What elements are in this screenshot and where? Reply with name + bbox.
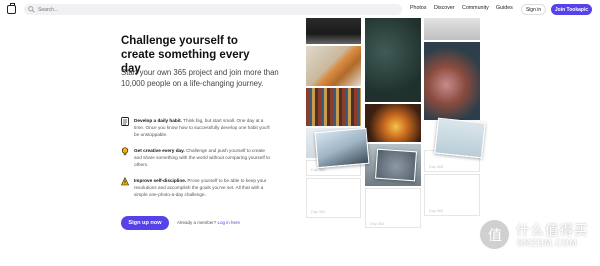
nav-discover[interactable]: Discover [434,5,455,11]
warning-icon [121,177,129,186]
photo-tile[interactable] [306,18,361,44]
member-login-prompt: Already a member? Log in here [177,220,240,225]
tookapic-logo-icon[interactable] [7,3,16,14]
search-icon [28,6,35,13]
photo-tile[interactable] [365,104,421,142]
feature-title: Develop a daily habit. [134,118,182,123]
search-input[interactable] [38,6,378,13]
feature-title: Improve self-discipline. [134,178,187,183]
featured-photo[interactable] [314,127,370,169]
day-label: Day 363 [311,210,326,214]
empty-day-tile[interactable]: Day 365 [424,174,480,216]
day-label: Day 365 [429,165,444,169]
sign-in-button[interactable]: Sign in [521,4,546,15]
featured-photo[interactable] [375,148,417,182]
sign-up-button[interactable]: Sign up now [121,216,169,230]
nav-guides[interactable]: Guides [496,5,513,11]
photo-tile[interactable] [306,88,361,126]
day-label: Day 365 [429,209,444,213]
featured-photo[interactable] [434,117,486,159]
login-link[interactable]: Log in here [218,220,241,225]
lead-paragraph: Start your own 365 project and join more… [121,68,279,88]
photo-tile[interactable] [306,46,361,86]
watermark: 什么值得买 SMZDM.COM [478,218,596,260]
watermark-en: SMZDM.COM [517,239,578,249]
lightbulb-icon [121,147,129,156]
feature-title: Get creative every day. [134,148,185,153]
checklist-icon [121,117,129,126]
photo-tile[interactable] [424,42,480,120]
member-text: Already a member? [177,220,217,225]
day-label: Day 364 [370,222,385,226]
watermark-cn: 什么值得买 [516,223,589,239]
search-bar[interactable] [24,4,402,15]
nav-photos[interactable]: Photos [410,5,427,11]
photo-tile[interactable] [365,18,421,102]
empty-day-tile[interactable]: Day 363 [306,178,361,218]
smzdm-logo-icon [478,218,511,251]
top-navigation-bar: Photos Discover Community Guides Sign in… [0,0,600,19]
photo-tile[interactable] [424,18,480,40]
nav-community[interactable]: Community [462,5,489,11]
empty-day-tile[interactable]: Day 364 [365,188,421,228]
join-button[interactable]: Join Tookapic [551,4,592,15]
day-label: Day 363 [311,168,326,172]
